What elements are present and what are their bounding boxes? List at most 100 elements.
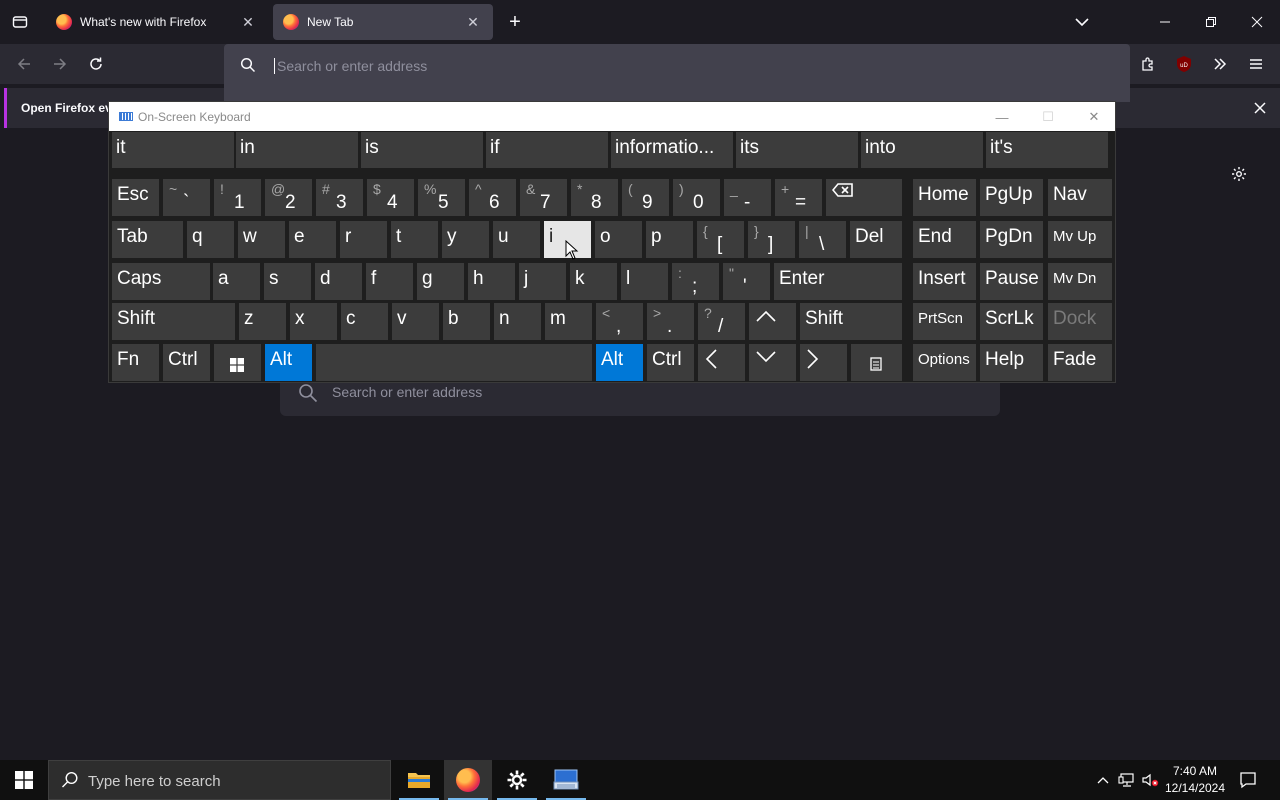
key-letter-b[interactable]: b <box>443 303 490 340</box>
key-symbol[interactable]: {[ <box>697 221 744 258</box>
key-arrow-left[interactable] <box>698 344 745 381</box>
key-symbol[interactable]: | \ <box>799 221 846 258</box>
key-symbol[interactable]: >. <box>647 303 694 340</box>
ublock-button[interactable]: uD <box>1170 50 1198 78</box>
list-all-tabs-button[interactable] <box>1070 10 1094 34</box>
key-arrow-up[interactable] <box>749 303 796 340</box>
volume-button[interactable] <box>1140 760 1160 800</box>
key-del[interactable]: Del <box>850 221 902 258</box>
firefox-view-button[interactable] <box>6 8 34 36</box>
key-symbol[interactable]: @2 <box>265 179 312 216</box>
key-fade[interactable]: Fade <box>1048 344 1112 381</box>
key-backspace[interactable] <box>826 179 902 216</box>
key-letter-v[interactable]: v <box>392 303 439 340</box>
key-symbol[interactable]: ~ ` <box>163 179 210 216</box>
key-symbol[interactable]: + = <box>775 179 822 216</box>
key-insert[interactable]: Insert <box>913 263 976 300</box>
key-shift-right[interactable]: Shift <box>800 303 902 340</box>
key-symbol[interactable]: $4 <box>367 179 414 216</box>
key-letter-x[interactable]: x <box>290 303 337 340</box>
taskbar-settings[interactable] <box>493 760 541 800</box>
key-letter-h[interactable]: h <box>468 263 515 300</box>
back-button[interactable] <box>10 50 38 78</box>
key-letter-j[interactable]: j <box>519 263 566 300</box>
key-letter-e[interactable]: e <box>289 221 336 258</box>
prediction-suggestion[interactable]: in <box>236 132 358 168</box>
taskbar-search-box[interactable]: Type here to search <box>48 760 391 800</box>
key-letter-a[interactable]: a <box>213 263 260 300</box>
key-tab[interactable]: Tab <box>112 221 183 258</box>
key-space[interactable] <box>316 344 592 381</box>
key-symbol[interactable]: ? / <box>698 303 745 340</box>
key-nav[interactable]: Nav <box>1048 179 1112 216</box>
taskbar-search-placeholder[interactable]: Type here to search <box>88 773 221 790</box>
key-pgdn[interactable]: PgDn <box>980 221 1043 258</box>
newtab-search-placeholder[interactable]: Search or enter address <box>332 384 482 400</box>
key-pgup[interactable]: PgUp <box>980 179 1043 216</box>
key-letter-g[interactable]: g <box>417 263 464 300</box>
extensions-button[interactable] <box>1134 50 1162 78</box>
prediction-suggestion[interactable]: into <box>861 132 983 168</box>
key-prtscn[interactable]: PrtScn <box>913 303 976 340</box>
key-enter[interactable]: Enter <box>774 263 902 300</box>
key-symbol[interactable]: _ - <box>724 179 771 216</box>
close-icon[interactable]: ✕ <box>238 12 258 32</box>
show-hidden-icons-button[interactable] <box>1093 760 1113 800</box>
key-symbol[interactable]: % 5 <box>418 179 465 216</box>
key-dock[interactable]: Dock <box>1048 303 1112 340</box>
key-menu[interactable] <box>851 344 902 381</box>
forward-button[interactable] <box>46 50 74 78</box>
reload-button[interactable] <box>82 50 110 78</box>
key-symbol[interactable]: #3 <box>316 179 363 216</box>
key-options[interactable]: Options <box>913 344 976 381</box>
personalize-button[interactable] <box>1228 163 1250 185</box>
key-symbol[interactable]: (9 <box>622 179 669 216</box>
tab-new-tab[interactable]: New Tab ✕ <box>273 4 493 40</box>
prediction-suggestion[interactable]: informatio... <box>611 132 733 168</box>
key-letter-s[interactable]: s <box>264 263 311 300</box>
close-icon[interactable]: ✕ <box>463 12 483 32</box>
key-arrow-down[interactable] <box>749 344 796 381</box>
key-letter-y[interactable]: y <box>442 221 489 258</box>
taskbar-clock[interactable]: 7:40 AM 12/14/2024 <box>1158 763 1232 797</box>
prediction-suggestion[interactable]: if <box>486 132 608 168</box>
key-letter-p[interactable]: p <box>646 221 693 258</box>
key-caps[interactable]: Caps <box>112 263 210 300</box>
prediction-suggestion[interactable]: it's <box>986 132 1108 168</box>
prediction-suggestion[interactable]: it <box>112 132 234 168</box>
key-letter-u[interactable]: u <box>493 221 540 258</box>
osk-title-bar[interactable]: On-Screen Keyboard — ☐ ✕ <box>109 102 1115 131</box>
key-arrow-right[interactable] <box>800 344 847 381</box>
key-symbol[interactable]: ) 0 <box>673 179 720 216</box>
prediction-suggestion[interactable]: its <box>736 132 858 168</box>
key-help[interactable]: Help <box>980 344 1043 381</box>
taskbar-file-explorer[interactable] <box>395 760 443 800</box>
key-symbol[interactable]: ! 1 <box>214 179 261 216</box>
key-alt-right[interactable]: Alt <box>596 344 643 381</box>
key-letter-o[interactable]: o <box>595 221 642 258</box>
key-windows[interactable] <box>214 344 261 381</box>
key-ctrl-right[interactable]: Ctrl <box>647 344 694 381</box>
taskbar-on-screen-keyboard[interactable] <box>542 760 590 800</box>
key-letter-m[interactable]: m <box>545 303 592 340</box>
restore-button[interactable] <box>1196 8 1226 36</box>
key-mv-up[interactable]: Mv Up <box>1048 221 1112 258</box>
taskbar-firefox[interactable] <box>444 760 492 800</box>
notification-close-button[interactable] <box>1250 98 1270 118</box>
osk-close-button[interactable]: ✕ <box>1085 108 1103 126</box>
key-letter-l[interactable]: l <box>621 263 668 300</box>
key-pause[interactable]: Pause <box>980 263 1043 300</box>
key-symbol[interactable]: }] <box>748 221 795 258</box>
minimize-button[interactable] <box>1150 8 1180 36</box>
key-esc[interactable]: Esc <box>112 179 159 216</box>
osk-maximize-button[interactable]: ☐ <box>1039 108 1057 126</box>
key-letter-k[interactable]: k <box>570 263 617 300</box>
close-window-button[interactable] <box>1242 8 1272 36</box>
key-symbol[interactable]: * 8 <box>571 179 618 216</box>
key-shift-left[interactable]: Shift <box>112 303 235 340</box>
key-scrlk[interactable]: ScrLk <box>980 303 1043 340</box>
url-bar[interactable]: Search or enter address <box>224 44 1130 88</box>
network-button[interactable] <box>1117 760 1137 800</box>
key-alt-left[interactable]: Alt <box>265 344 312 381</box>
key-letter-r[interactable]: r <box>340 221 387 258</box>
